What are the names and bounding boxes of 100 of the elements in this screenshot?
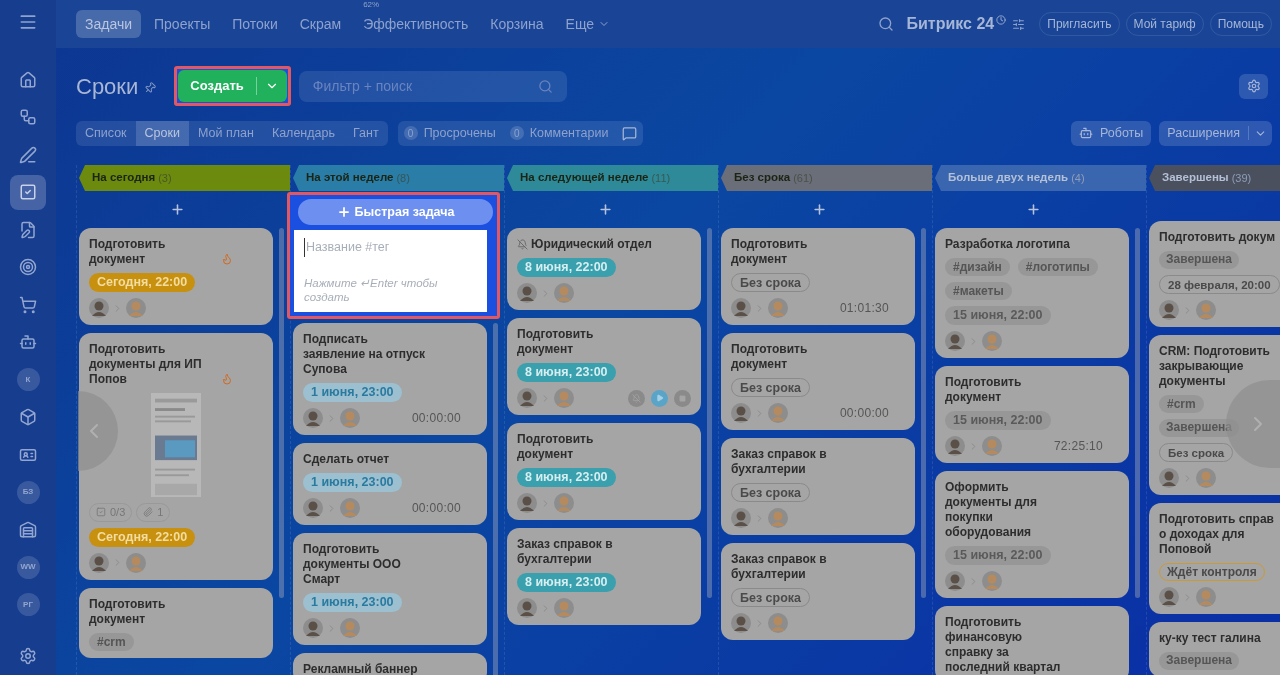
deadline-label[interactable]: Сегодня, 22:00 <box>89 527 196 547</box>
clock-icon <box>996 15 1007 25</box>
view-tab[interactable]: Мой план <box>189 120 263 146</box>
task-card[interactable]: Заказ справок в бухгалтерии 8 июня, 23:00 <box>507 528 701 625</box>
task-card[interactable]: Подписать заявление на отпуск Супова 1 июня, 23:00 00:00:00 <box>293 323 487 435</box>
task-card[interactable]: ку-ку тест галина Завершена <box>1149 622 1280 675</box>
sidebar-item[interactable] <box>10 174 46 210</box>
deadline-label[interactable]: 15 июня, 22:00 <box>945 546 1051 565</box>
nav-tab[interactable]: Корзина <box>481 10 553 38</box>
comment-icon[interactable] <box>622 125 638 141</box>
status-label: Завершена <box>1159 652 1239 670</box>
deadline-label[interactable]: 8 июня, 23:00 <box>517 573 616 592</box>
timer: 72:25:10 <box>1053 438 1103 455</box>
settings-button[interactable] <box>1239 73 1268 99</box>
task-card[interactable]: Подготовить справ о доходах для Поповой Ждёт контроля <box>1149 503 1280 614</box>
extensions-button[interactable]: Расширения <box>1159 120 1272 146</box>
initials: БЗ <box>16 480 40 504</box>
tag[interactable]: #логотипы <box>1017 258 1098 276</box>
sidebar-item[interactable]: К <box>10 362 46 398</box>
add-task-button[interactable] <box>598 202 613 217</box>
avatar <box>340 408 360 428</box>
menu-icon[interactable] <box>18 12 38 32</box>
avatar <box>982 571 1002 591</box>
sliders-icon[interactable] <box>1012 17 1026 31</box>
nav-tab[interactable]: Потоки <box>223 10 287 38</box>
avatar <box>554 493 574 513</box>
search-icon[interactable] <box>877 16 894 32</box>
avatar <box>126 552 146 573</box>
nav-tab[interactable]: Проекты <box>145 10 220 38</box>
sidebar-item[interactable]: WW <box>10 549 46 585</box>
counter-button[interactable]: 0 Комментарии <box>509 123 609 143</box>
quick-task-button[interactable]: Быстрая задача <box>298 199 493 225</box>
task-card[interactable]: Заказ справок в бухгалтерии Без срока <box>721 543 915 640</box>
task-card[interactable]: Подготовить документ #crm <box>79 587 273 658</box>
filter-field[interactable]: Фильтр + поиск <box>298 70 567 102</box>
task-card[interactable]: Подготовить докум Завершена 28 февраля, 20:00 <box>1149 221 1280 327</box>
scrollbar[interactable] <box>1135 228 1140 598</box>
scrollbar[interactable] <box>707 228 712 598</box>
task-title: Заказ справок в бухгалтерии <box>731 552 828 582</box>
scrollbar[interactable] <box>493 323 498 675</box>
placeholder: Фильтр + поиск <box>312 76 413 96</box>
deadline-label[interactable]: 8 июня, 23:00 <box>517 363 616 382</box>
task-card[interactable]: Подготовить документ 15 июня, 22:00 72:25:10 <box>935 366 1129 463</box>
create-button[interactable]: Создать <box>178 70 287 102</box>
task-card[interactable]: Подготовить документ Без срока 01:01:30 <box>721 228 915 325</box>
task-title: Подписать заявление на отпуск Супова <box>303 332 426 377</box>
task-card[interactable]: Юридический отдел 8 июня, 22:00 <box>507 228 701 310</box>
scrollbar[interactable] <box>921 228 926 598</box>
task-title: Рекламный баннер <box>303 662 418 675</box>
task-card[interactable]: Подготовить документ 8 июня, 23:00 <box>507 318 701 415</box>
add-task-button[interactable] <box>1026 202 1041 217</box>
view-tab[interactable]: Список <box>76 120 136 146</box>
deadline-label[interactable]: 8 июня, 22:00 <box>517 258 616 277</box>
timer: 00:00:00 <box>411 410 461 427</box>
task-card[interactable]: Подготовить документы ООО Смарт 1 июня, 23:00 <box>293 533 487 645</box>
nav-tab[interactable]: Скрам <box>290 10 351 38</box>
initials: WW <box>16 555 40 579</box>
tag[interactable]: #макеты <box>945 282 1012 300</box>
view-tab[interactable]: Сроки <box>135 120 189 146</box>
task-card[interactable]: Подготовить документ Сегодня, 22:00 <box>79 228 273 325</box>
plus-icon <box>336 205 351 219</box>
deadline-label[interactable]: 1 июня, 23:00 <box>303 473 402 492</box>
task-card[interactable]: Заказ справок в бухгалтерии Без срока <box>721 438 915 535</box>
settings-icon[interactable] <box>19 647 37 665</box>
task-card[interactable]: Рекламный баннер <box>293 653 487 675</box>
deadline-label[interactable]: Сегодня, 22:00 <box>89 273 196 292</box>
nav-tab[interactable]: Еще <box>556 10 620 38</box>
counter-button[interactable]: 0 Просрочены <box>403 123 496 143</box>
deadline-label[interactable]: 1 июня, 23:00 <box>303 593 402 612</box>
task-card[interactable]: Подготовить документ 8 июня, 23:00 <box>507 423 701 520</box>
task-card[interactable]: Подготовить документ Без срока 00:00:00 <box>721 333 915 430</box>
add-task-button[interactable] <box>812 202 827 217</box>
target-icon <box>19 258 37 277</box>
robots-button[interactable]: Роботы <box>1071 120 1152 146</box>
stop-icon <box>679 394 686 402</box>
deadline-label[interactable]: 8 июня, 23:00 <box>517 468 616 487</box>
nav-tab[interactable]: Задачи <box>76 10 141 38</box>
tag[interactable]: #crm <box>1159 395 1204 413</box>
deadline-label[interactable]: 15 июня, 22:00 <box>945 306 1051 325</box>
scrollbar[interactable] <box>279 228 284 598</box>
task-card[interactable]: Разработка логотипа #дизайн #логотипы #макеты 15 июня, 22:00 <box>935 228 1129 358</box>
view-tab[interactable]: Гант <box>343 120 388 146</box>
deadline-label[interactable]: 15 июня, 22:00 <box>945 411 1051 430</box>
task-title: Юридический отдел <box>531 237 652 252</box>
avatar <box>768 613 788 633</box>
counter-badge: 0 <box>403 126 418 140</box>
task-card[interactable]: Оформить документы для покупки оборудования 15 июня, 22:00 <box>935 471 1129 598</box>
sidebar-item[interactable]: БЗ <box>10 474 46 510</box>
tag[interactable]: #дизайн <box>945 258 1010 276</box>
add-task-button[interactable] <box>170 202 185 217</box>
sidebar-item[interactable]: РГ <box>10 587 46 623</box>
deadline-label[interactable]: 1 июня, 23:00 <box>303 383 402 402</box>
view-tab[interactable]: Календарь <box>262 120 344 146</box>
quick-task-field[interactable]: Название #тег Нажмите ↵Enter чтобы создать <box>294 230 487 312</box>
building-icon <box>19 520 37 539</box>
task-card[interactable]: Сделать отчет 1 июня, 23:00 00:00:00 <box>293 443 487 525</box>
tag[interactable]: #crm <box>89 632 134 651</box>
task-card[interactable]: Подготовить финансовую справку за последний квартал <box>935 606 1129 675</box>
task-title: Подготовить справ о доходах для Поповой <box>1159 512 1274 557</box>
logo[interactable]: Битрикс 24 <box>906 12 995 36</box>
